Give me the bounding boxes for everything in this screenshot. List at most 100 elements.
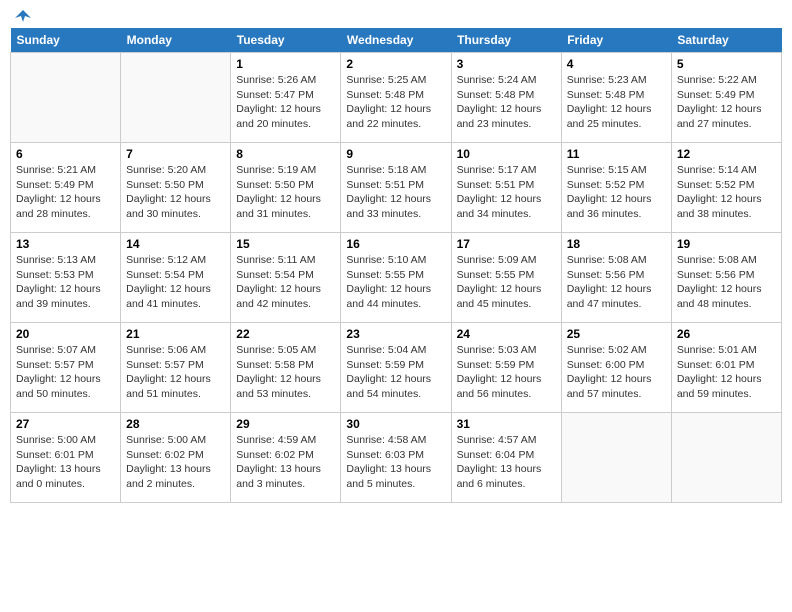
day-number: 8 [236, 147, 335, 161]
day-info: Sunrise: 5:04 AM Sunset: 5:59 PM Dayligh… [346, 343, 445, 402]
day-info: Sunrise: 5:08 AM Sunset: 5:56 PM Dayligh… [677, 253, 776, 312]
calendar-cell: 2 Sunrise: 5:25 AM Sunset: 5:48 PM Daylig… [341, 53, 451, 143]
day-info: Sunrise: 5:09 AM Sunset: 5:55 PM Dayligh… [457, 253, 556, 312]
calendar-cell: 5 Sunrise: 5:22 AM Sunset: 5:49 PM Daylig… [671, 53, 781, 143]
day-number: 25 [567, 327, 666, 341]
calendar-cell: 10Sunrise: 5:17 AM Sunset: 5:51 PM Dayli… [451, 143, 561, 233]
day-info: Sunrise: 5:21 AM Sunset: 5:49 PM Dayligh… [16, 163, 115, 222]
day-number: 7 [126, 147, 225, 161]
day-number: 20 [16, 327, 115, 341]
calendar-cell: 3 Sunrise: 5:24 AM Sunset: 5:48 PM Daylig… [451, 53, 561, 143]
calendar-cell: 25 Sunrise: 5:02 AM Sunset: 6:00 PM Dayli… [561, 323, 671, 413]
calendar-cell: 14 Sunrise: 5:12 AM Sunset: 5:54 PM Dayli… [121, 233, 231, 323]
calendar-cell: 9 Sunrise: 5:18 AM Sunset: 5:51 PM Daylig… [341, 143, 451, 233]
calendar-cell: 21Sunrise: 5:06 AM Sunset: 5:57 PM Dayli… [121, 323, 231, 413]
day-info: Sunrise: 5:23 AM Sunset: 5:48 PM Dayligh… [567, 73, 666, 132]
day-info: Sunrise: 4:57 AM Sunset: 6:04 PM Dayligh… [457, 433, 556, 492]
day-info: Sunrise: 5:26 AM Sunset: 5:47 PM Dayligh… [236, 73, 335, 132]
calendar-cell: 23 Sunrise: 5:04 AM Sunset: 5:59 PM Dayli… [341, 323, 451, 413]
day-info: Sunrise: 5:12 AM Sunset: 5:54 PM Dayligh… [126, 253, 225, 312]
calendar-cell: 27 Sunrise: 5:00 AM Sunset: 6:01 PM Dayli… [11, 413, 121, 503]
calendar-cell: 16Sunrise: 5:10 AM Sunset: 5:55 PM Dayli… [341, 233, 451, 323]
calendar-cell [671, 413, 781, 503]
day-number: 19 [677, 237, 776, 251]
calendar-cell: 29 Sunrise: 4:59 AM Sunset: 6:02 PM Dayli… [231, 413, 341, 503]
calendar-cell: 24 Sunrise: 5:03 AM Sunset: 5:59 PM Dayli… [451, 323, 561, 413]
day-header-wednesday: Wednesday [341, 28, 451, 53]
day-info: Sunrise: 5:05 AM Sunset: 5:58 PM Dayligh… [236, 343, 335, 402]
calendar-week-row: 20Sunrise: 5:07 AM Sunset: 5:57 PM Dayli… [11, 323, 782, 413]
day-info: Sunrise: 5:03 AM Sunset: 5:59 PM Dayligh… [457, 343, 556, 402]
day-number: 2 [346, 57, 445, 71]
day-number: 16 [346, 237, 445, 251]
day-info: Sunrise: 5:25 AM Sunset: 5:48 PM Dayligh… [346, 73, 445, 132]
day-info: Sunrise: 5:14 AM Sunset: 5:52 PM Dayligh… [677, 163, 776, 222]
day-number: 26 [677, 327, 776, 341]
day-number: 3 [457, 57, 556, 71]
calendar-cell: 1 Sunrise: 5:26 AM Sunset: 5:47 PM Daylig… [231, 53, 341, 143]
day-number: 22 [236, 327, 335, 341]
page-header [10, 10, 782, 20]
day-header-friday: Friday [561, 28, 671, 53]
day-info: Sunrise: 5:00 AM Sunset: 6:02 PM Dayligh… [126, 433, 225, 492]
day-header-monday: Monday [121, 28, 231, 53]
day-info: Sunrise: 5:02 AM Sunset: 6:00 PM Dayligh… [567, 343, 666, 402]
day-number: 6 [16, 147, 115, 161]
day-number: 9 [346, 147, 445, 161]
calendar-cell: 7 Sunrise: 5:20 AM Sunset: 5:50 PM Daylig… [121, 143, 231, 233]
day-number: 29 [236, 417, 335, 431]
calendar-cell [561, 413, 671, 503]
calendar-cell: 6 Sunrise: 5:21 AM Sunset: 5:49 PM Daylig… [11, 143, 121, 233]
calendar-cell: 12 Sunrise: 5:14 AM Sunset: 5:52 PM Dayli… [671, 143, 781, 233]
day-number: 24 [457, 327, 556, 341]
calendar-cell: 4 Sunrise: 5:23 AM Sunset: 5:48 PM Daylig… [561, 53, 671, 143]
day-number: 27 [16, 417, 115, 431]
day-number: 5 [677, 57, 776, 71]
day-info: Sunrise: 5:20 AM Sunset: 5:50 PM Dayligh… [126, 163, 225, 222]
calendar-cell [11, 53, 121, 143]
calendar-cell: 18 Sunrise: 5:08 AM Sunset: 5:56 PM Dayli… [561, 233, 671, 323]
day-number: 4 [567, 57, 666, 71]
calendar-cell: 31Sunrise: 4:57 AM Sunset: 6:04 PM Dayli… [451, 413, 561, 503]
day-info: Sunrise: 4:59 AM Sunset: 6:02 PM Dayligh… [236, 433, 335, 492]
day-info: Sunrise: 5:13 AM Sunset: 5:53 PM Dayligh… [16, 253, 115, 312]
calendar-header-row: SundayMondayTuesdayWednesdayThursdayFrid… [11, 28, 782, 53]
day-info: Sunrise: 5:22 AM Sunset: 5:49 PM Dayligh… [677, 73, 776, 132]
day-number: 21 [126, 327, 225, 341]
day-info: Sunrise: 5:24 AM Sunset: 5:48 PM Dayligh… [457, 73, 556, 132]
day-number: 12 [677, 147, 776, 161]
calendar-cell [121, 53, 231, 143]
calendar-cell: 15Sunrise: 5:11 AM Sunset: 5:54 PM Dayli… [231, 233, 341, 323]
calendar-cell: 8 Sunrise: 5:19 AM Sunset: 5:50 PM Daylig… [231, 143, 341, 233]
day-header-sunday: Sunday [11, 28, 121, 53]
day-number: 18 [567, 237, 666, 251]
calendar-cell: 30Sunrise: 4:58 AM Sunset: 6:03 PM Dayli… [341, 413, 451, 503]
day-header-thursday: Thursday [451, 28, 561, 53]
day-number: 23 [346, 327, 445, 341]
day-header-tuesday: Tuesday [231, 28, 341, 53]
day-number: 15 [236, 237, 335, 251]
calendar-cell: 17Sunrise: 5:09 AM Sunset: 5:55 PM Dayli… [451, 233, 561, 323]
calendar-table: SundayMondayTuesdayWednesdayThursdayFrid… [10, 28, 782, 503]
day-info: Sunrise: 5:18 AM Sunset: 5:51 PM Dayligh… [346, 163, 445, 222]
day-info: Sunrise: 5:15 AM Sunset: 5:52 PM Dayligh… [567, 163, 666, 222]
day-number: 14 [126, 237, 225, 251]
calendar-week-row: 6 Sunrise: 5:21 AM Sunset: 5:49 PM Daylig… [11, 143, 782, 233]
day-info: Sunrise: 5:00 AM Sunset: 6:01 PM Dayligh… [16, 433, 115, 492]
calendar-cell: 28 Sunrise: 5:00 AM Sunset: 6:02 PM Dayli… [121, 413, 231, 503]
day-number: 28 [126, 417, 225, 431]
day-number: 1 [236, 57, 335, 71]
calendar-week-row: 13Sunrise: 5:13 AM Sunset: 5:53 PM Dayli… [11, 233, 782, 323]
day-info: Sunrise: 5:17 AM Sunset: 5:51 PM Dayligh… [457, 163, 556, 222]
day-info: Sunrise: 5:01 AM Sunset: 6:01 PM Dayligh… [677, 343, 776, 402]
day-number: 11 [567, 147, 666, 161]
calendar-cell: 22 Sunrise: 5:05 AM Sunset: 5:58 PM Dayli… [231, 323, 341, 413]
day-info: Sunrise: 5:19 AM Sunset: 5:50 PM Dayligh… [236, 163, 335, 222]
day-info: Sunrise: 5:08 AM Sunset: 5:56 PM Dayligh… [567, 253, 666, 312]
logo-bird-icon [15, 8, 31, 24]
calendar-cell: 13Sunrise: 5:13 AM Sunset: 5:53 PM Dayli… [11, 233, 121, 323]
logo [14, 10, 31, 20]
day-info: Sunrise: 4:58 AM Sunset: 6:03 PM Dayligh… [346, 433, 445, 492]
calendar-cell: 26 Sunrise: 5:01 AM Sunset: 6:01 PM Dayli… [671, 323, 781, 413]
calendar-week-row: 27 Sunrise: 5:00 AM Sunset: 6:01 PM Dayli… [11, 413, 782, 503]
